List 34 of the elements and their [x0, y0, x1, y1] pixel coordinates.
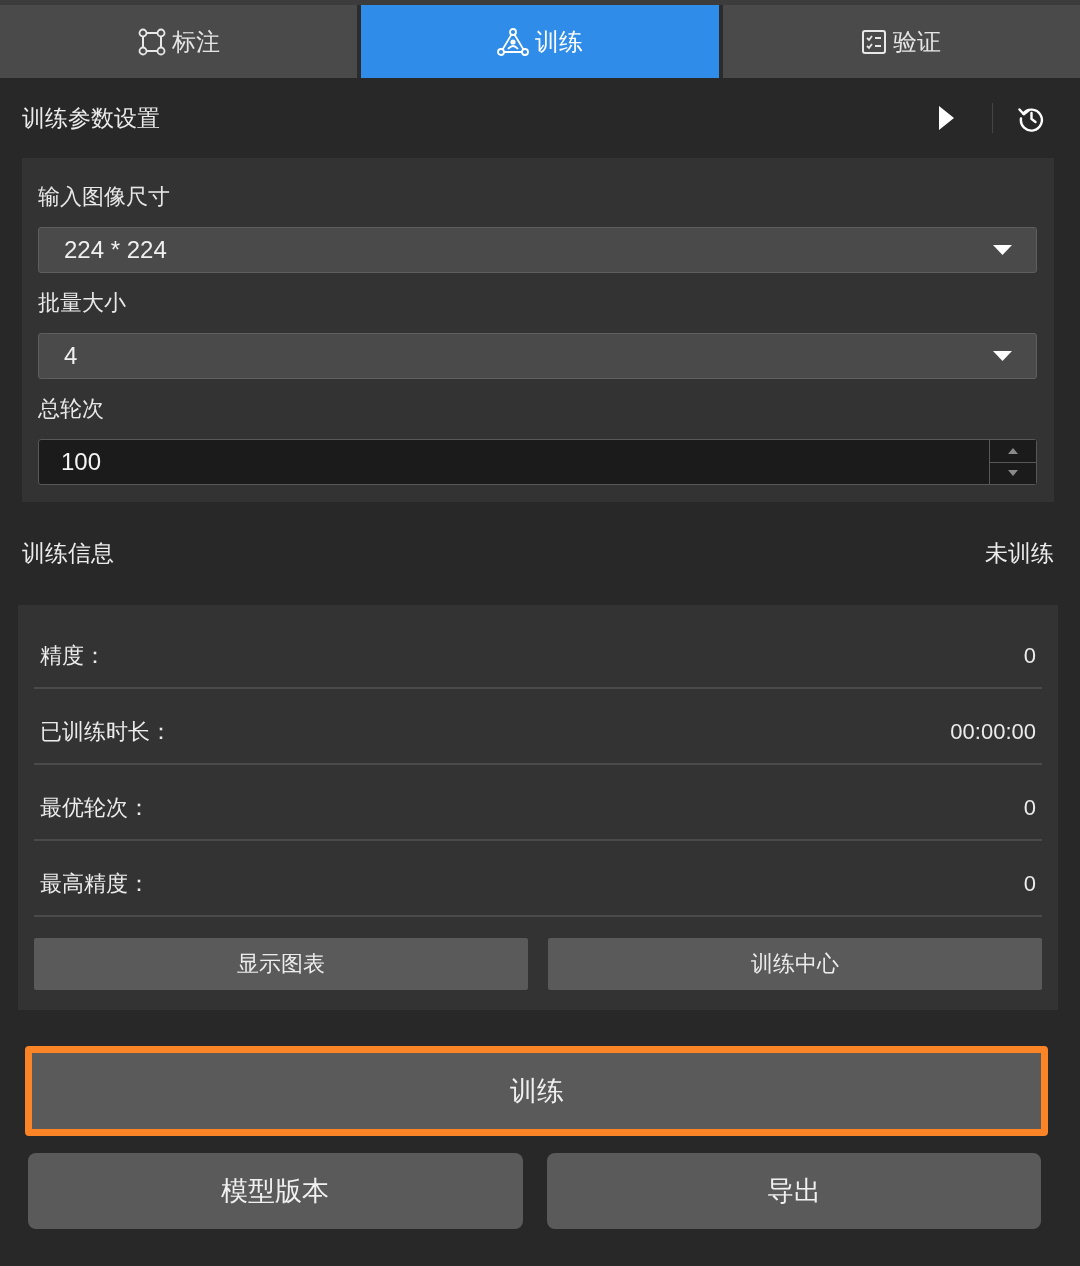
down-arrow-icon: [1008, 470, 1018, 477]
network-icon: [497, 27, 529, 56]
field-label: 输入图像尺寸: [38, 183, 170, 211]
section-title: 训练参数设置: [22, 103, 161, 133]
train-button[interactable]: 训练: [25, 1046, 1048, 1136]
dropdown[interactable]: 4: [38, 333, 1037, 379]
action-button[interactable]: 训练中心: [548, 938, 1042, 990]
up-arrow-icon: [1008, 447, 1018, 454]
caret-icon: [993, 245, 1012, 255]
info-value: 0: [1023, 643, 1036, 669]
dropdown[interactable]: 224 * 224: [38, 227, 1037, 273]
caret-icon: [993, 351, 1012, 361]
section-title: 训练信息: [22, 539, 114, 568]
play-icon[interactable]: [939, 106, 954, 130]
bounding-box-icon: [137, 27, 166, 56]
tab[interactable]: 验证: [722, 5, 1080, 78]
info-label: 最高精度：: [40, 870, 150, 898]
info-value: 00:00:00: [950, 719, 1036, 745]
field-label: 总轮次: [38, 395, 104, 423]
info-label: 最优轮次：: [40, 794, 150, 822]
checklist-icon: [861, 28, 888, 55]
tab[interactable]: 训练: [361, 5, 719, 78]
info-value: 0: [1023, 795, 1036, 821]
action-button[interactable]: 模型版本: [28, 1153, 523, 1229]
status-text: 未训练: [985, 539, 1054, 568]
action-button[interactable]: 导出: [546, 1153, 1041, 1229]
tab[interactable]: 标注: [0, 5, 358, 78]
info-label: 精度：: [40, 642, 106, 670]
field-label: 批量大小: [38, 289, 126, 317]
info-label: 已训练时长：: [40, 718, 172, 746]
info-value: 0: [1023, 871, 1036, 897]
number-field[interactable]: 100: [38, 439, 1037, 485]
action-button[interactable]: 显示图表: [34, 938, 528, 990]
spin-down-button[interactable]: [990, 461, 1036, 484]
